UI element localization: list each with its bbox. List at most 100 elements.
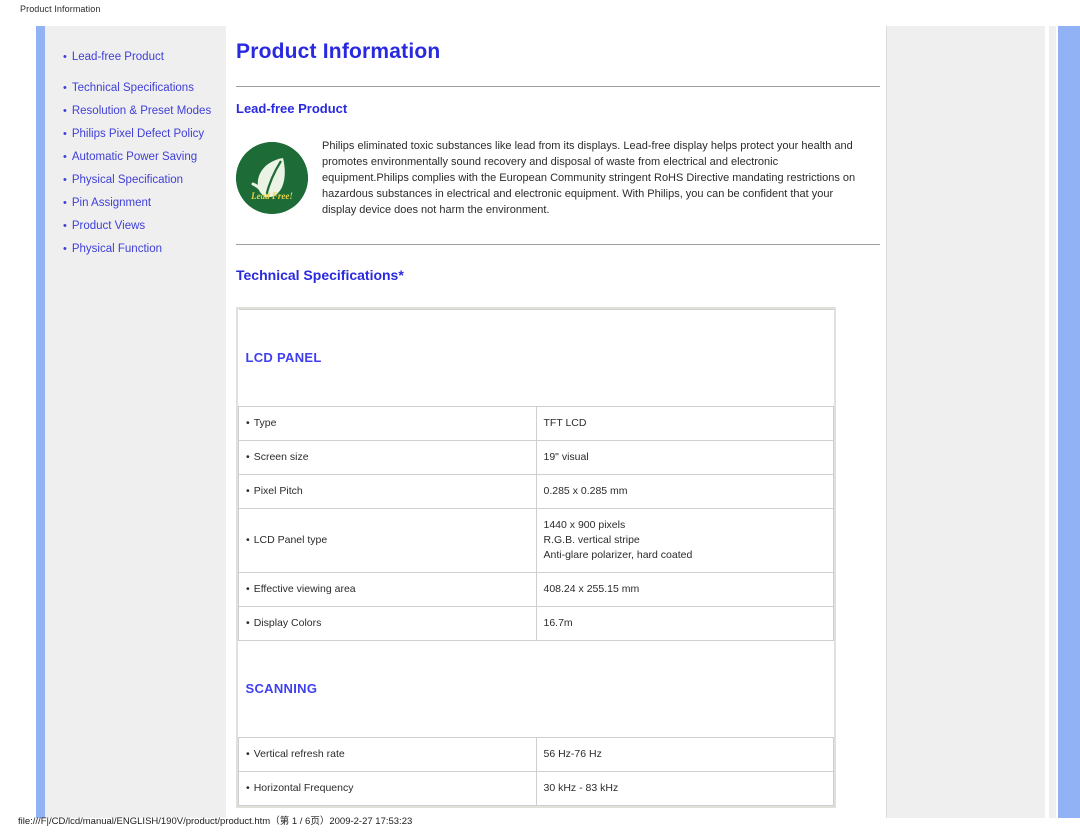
group-title-lcd-panel: LCD PANEL [245, 349, 322, 365]
lead-free-logo-caption: Lead Free! [250, 191, 293, 201]
row-value-line: R.G.B. vertical stripe [543, 534, 640, 546]
row-label: Screen size [253, 451, 309, 463]
table-row: • Pixel Pitch 0.285 x 0.285 mm [238, 474, 834, 509]
row-label: Display Colors [253, 617, 322, 629]
sidebar-item-label: Product Views [71, 220, 146, 232]
row-value-cell: 30 kHz - 83 kHz [535, 771, 834, 806]
row-value-cell: TFT LCD [535, 406, 834, 441]
bullet-icon: • [63, 51, 67, 63]
row-value: 56 Hz-76 Hz [543, 748, 602, 760]
sidebar-item-technical-specifications[interactable]: • Technical Specifications [63, 81, 226, 96]
bullet-icon: • [246, 583, 250, 595]
row-label-cell: • Horizontal Frequency [238, 771, 537, 806]
row-value: 0.285 x 0.285 mm [543, 485, 628, 497]
bullet-icon: • [63, 105, 67, 117]
sidebar-item-resolution-preset-modes[interactable]: • Resolution & Preset Modes [63, 104, 226, 119]
table-row: • Horizontal Frequency 30 kHz - 83 kHz [238, 771, 834, 806]
row-value: TFT LCD [543, 417, 587, 429]
row-label: LCD Panel type [253, 534, 328, 546]
bullet-icon: • [63, 128, 67, 140]
page-container: • Lead-free Product • Technical Specificat… [0, 18, 1080, 818]
bullet-icon: • [246, 485, 250, 497]
row-value-line: Anti-glare polarizer, hard coated [543, 549, 693, 561]
row-value: 19" visual [543, 451, 589, 463]
sidebar-item-physical-specification[interactable]: • Physical Specification [63, 173, 226, 188]
row-label-cell: • LCD Panel type [238, 508, 537, 573]
bullet-icon: • [246, 617, 250, 629]
sidebar-item-product-views[interactable]: • Product Views [63, 219, 226, 234]
row-label: Horizontal Frequency [253, 782, 354, 794]
lead-free-paragraph: Philips eliminated toxic substances like… [322, 140, 856, 216]
bullet-icon: • [63, 174, 67, 186]
row-value: 16.7m [543, 617, 573, 629]
bullet-icon: • [63, 82, 67, 94]
group-header-cell: SCANNING [238, 640, 834, 738]
group-header-cell: LCD PANEL [238, 309, 834, 407]
sidebar-blue-accent-bar [36, 26, 45, 818]
main-content: Product Information Lead-free Product Le… [236, 40, 880, 808]
page-title: Product Information [236, 40, 441, 63]
bullet-icon: • [246, 451, 250, 463]
row-value-cell: 16.7m [535, 606, 834, 641]
lead-free-block: Lead Free! Philips eliminated toxic subs… [236, 138, 880, 218]
bullet-icon: • [63, 243, 67, 255]
sidebar-item-label: Physical Specification [71, 174, 184, 186]
bullet-icon: • [63, 151, 67, 163]
row-label-cell: • Vertical refresh rate [238, 737, 537, 772]
footer-status-text: file:///F|/CD/lcd/manual/ENGLISH/190V/pr… [18, 816, 413, 827]
table-row: • Display Colors 16.7m [238, 606, 834, 641]
sidebar-item-pin-assignment[interactable]: • Pin Assignment [63, 196, 226, 211]
sidebar-item-label: Pin Assignment [71, 197, 152, 209]
sidebar-item-label: Automatic Power Saving [71, 151, 198, 163]
right-blue-accent-bar [1058, 26, 1080, 818]
right-gray-rail [886, 26, 1045, 818]
sidebar-item-label: Lead-free Product [71, 51, 164, 63]
table-group-header-row: LCD PANEL [238, 309, 834, 407]
sidebar-item-label: Technical Specifications [71, 82, 194, 94]
table-group-header-row: SCANNING [238, 640, 834, 738]
row-value-cell: 56 Hz-76 Hz [535, 737, 834, 772]
sidebar-item-label: Resolution & Preset Modes [71, 105, 212, 117]
sidebar: • Lead-free Product • Technical Specificat… [36, 26, 226, 818]
group-title-scanning: SCANNING [245, 680, 318, 696]
bullet-icon: • [63, 197, 67, 209]
print-header-title: Product Information [20, 4, 101, 14]
row-label: Vertical refresh rate [253, 748, 345, 760]
sidebar-item-label: Philips Pixel Defect Policy [71, 128, 205, 140]
row-value: 408.24 x 255.15 mm [543, 583, 640, 595]
bullet-icon: • [246, 534, 250, 546]
sidebar-item-lead-free-product[interactable]: • Lead-free Product [63, 50, 226, 65]
sidebar-item-automatic-power-saving[interactable]: • Automatic Power Saving [63, 150, 226, 165]
row-value-line: 1440 x 900 pixels [543, 519, 626, 531]
lead-free-logo-icon: Lead Free! [236, 142, 308, 214]
row-label: Type [253, 417, 277, 429]
row-value-cell: 408.24 x 255.15 mm [535, 572, 834, 607]
divider-top [236, 86, 880, 87]
bullet-icon: • [246, 417, 250, 429]
row-value: 30 kHz - 83 kHz [543, 782, 619, 794]
bullet-icon: • [246, 748, 250, 760]
sidebar-items: • Lead-free Product • Technical Specificat… [45, 26, 226, 818]
row-label-cell: • Type [238, 406, 537, 441]
row-value-cell: 0.285 x 0.285 mm [535, 474, 834, 509]
table-row: • Vertical refresh rate 56 Hz-76 Hz [238, 737, 834, 772]
row-label-cell: • Pixel Pitch [238, 474, 537, 509]
row-value-cell: 1440 x 900 pixels R.G.B. vertical stripe… [535, 508, 834, 573]
table-row: • Screen size 19" visual [238, 440, 834, 475]
row-label: Effective viewing area [253, 583, 356, 595]
sidebar-item-physical-function[interactable]: • Physical Function [63, 242, 226, 257]
right-gray-gutter [1049, 26, 1056, 818]
table-row: • Effective viewing area 408.24 x 255.15 … [238, 572, 834, 607]
sidebar-item-label: Physical Function [71, 243, 162, 255]
technical-specifications-table: LCD PANEL • Type TFT LCD • Screen size 19"… [236, 307, 836, 808]
table-row: • LCD Panel type 1440 x 900 pixels R.G.B.… [238, 508, 834, 573]
sidebar-item-philips-pixel-defect-policy[interactable]: • Philips Pixel Defect Policy [63, 127, 226, 142]
row-label-cell: • Display Colors [238, 606, 537, 641]
row-label: Pixel Pitch [253, 485, 303, 497]
row-label-cell: • Screen size [238, 440, 537, 475]
row-value-cell: 19" visual [535, 440, 834, 475]
row-label-cell: • Effective viewing area [238, 572, 537, 607]
divider-middle [236, 244, 880, 245]
bullet-icon: • [63, 220, 67, 232]
bullet-icon: • [246, 782, 250, 794]
